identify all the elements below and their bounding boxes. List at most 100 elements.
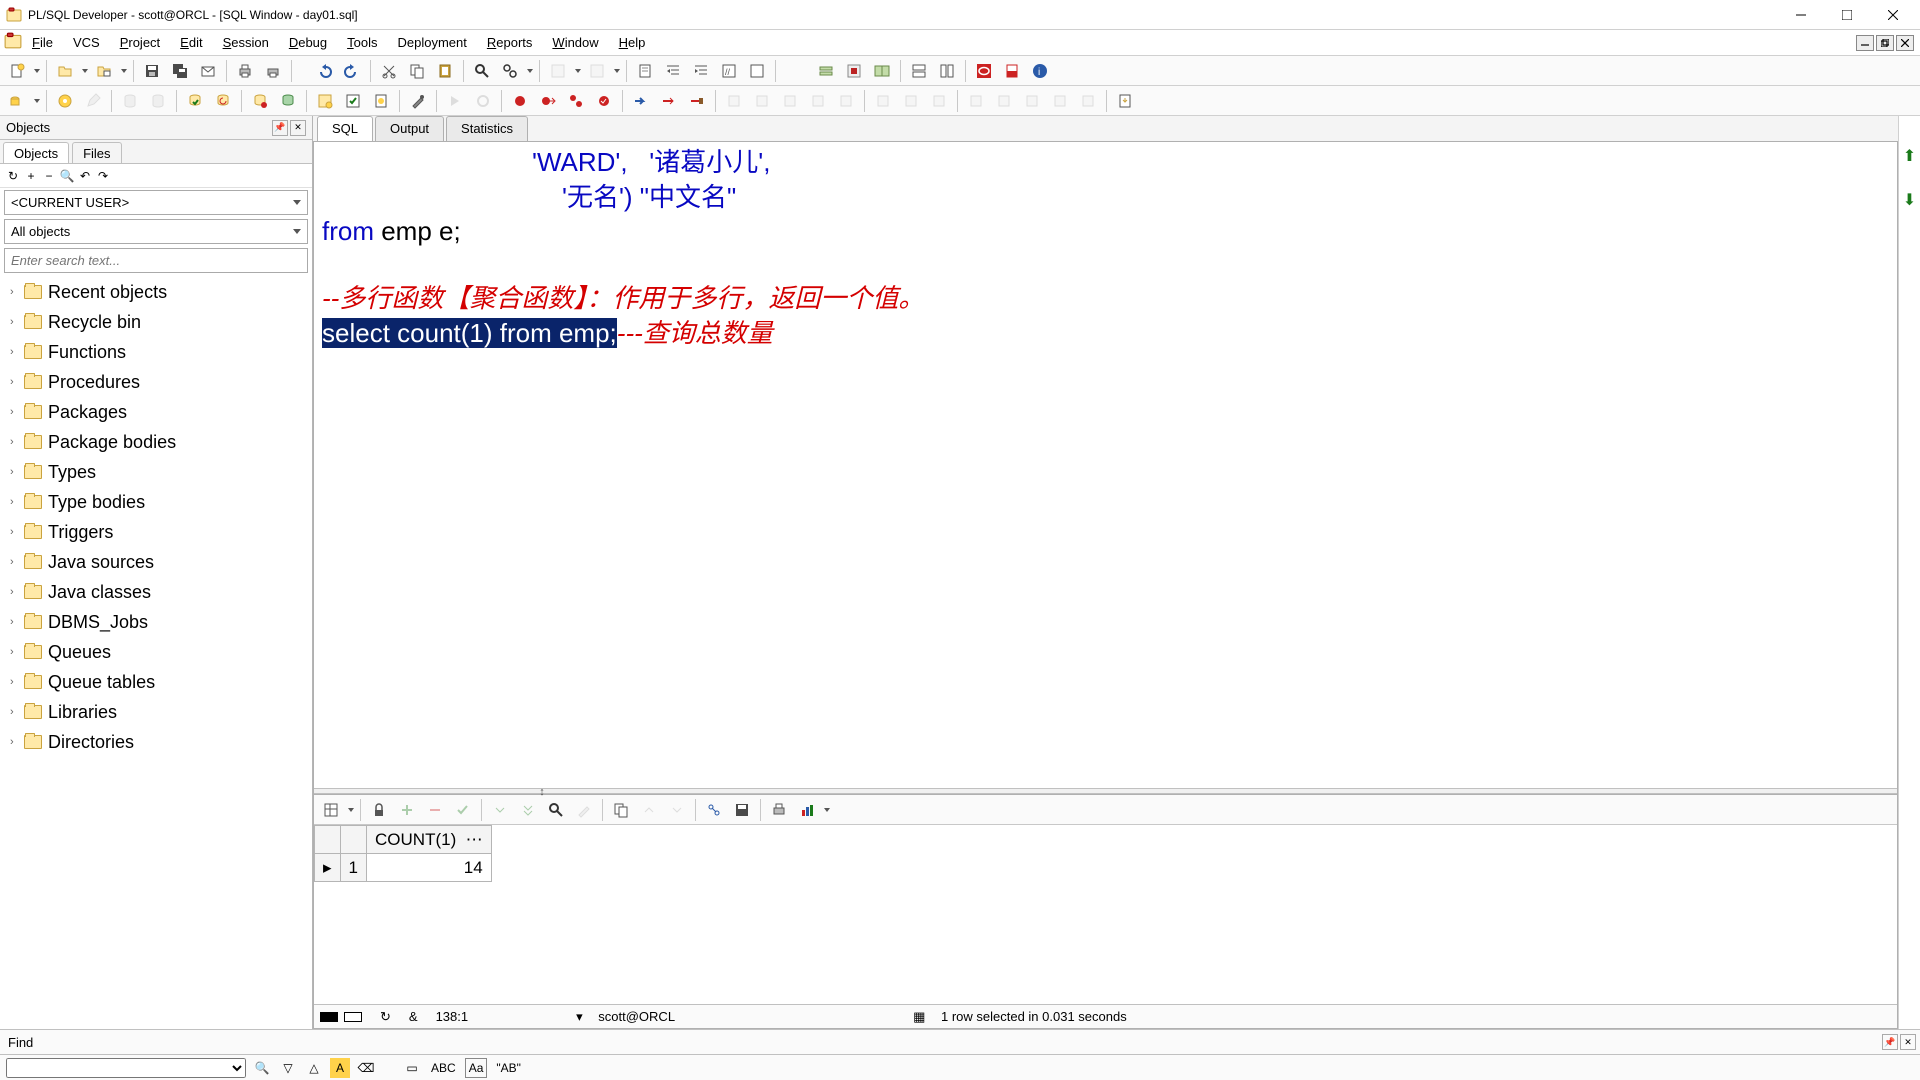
tool-b-button[interactable] (584, 58, 610, 84)
edit-cell-button[interactable] (571, 797, 597, 823)
find-highlight-icon[interactable]: A (330, 1058, 350, 1078)
test-window-button[interactable] (340, 88, 366, 114)
find-combo[interactable] (6, 1058, 246, 1078)
grid-dropdown[interactable] (346, 808, 355, 812)
nav-down-icon[interactable]: ⬇ (1903, 190, 1916, 210)
db2-button[interactable] (145, 88, 171, 114)
export-button[interactable] (1112, 88, 1138, 114)
window-minimize-button[interactable] (1778, 0, 1824, 30)
compose-button[interactable] (195, 58, 221, 84)
window-maximize-button[interactable] (1824, 0, 1870, 30)
grp3-button[interactable] (926, 88, 952, 114)
tab-statistics[interactable]: Statistics (446, 116, 528, 141)
menu-help[interactable]: Help (609, 33, 656, 52)
open-button[interactable] (52, 58, 78, 84)
commit-button[interactable] (182, 88, 208, 114)
panel-close-button[interactable]: ✕ (290, 120, 306, 136)
outdent-button[interactable] (688, 58, 714, 84)
breakpoint-list-button[interactable] (563, 88, 589, 114)
breakpoint-arrow-button[interactable] (535, 88, 561, 114)
sql-editor[interactable]: 'WARD', '诸葛小儿', '无名') "中文名" from emp e; … (314, 142, 1897, 788)
print-grid-button[interactable] (766, 797, 792, 823)
tab-output[interactable]: Output (375, 116, 444, 141)
step-over-button[interactable] (628, 88, 654, 114)
find-word-icon[interactable]: Aa (465, 1058, 488, 1078)
tool-b-dropdown[interactable] (612, 69, 621, 73)
cut-button[interactable] (376, 58, 402, 84)
preferences-button[interactable] (405, 88, 431, 114)
menu-tools[interactable]: Tools (337, 33, 387, 52)
logon-button[interactable] (4, 88, 30, 114)
pencil-button[interactable] (80, 88, 106, 114)
cell-value[interactable]: 14 (367, 854, 492, 882)
tool-a-dropdown[interactable] (573, 69, 582, 73)
open-dropdown[interactable] (80, 69, 89, 73)
table-row[interactable]: ▸ 1 14 (315, 854, 492, 882)
find-scope-icon[interactable]: ▭ (402, 1058, 422, 1078)
menu-file[interactable]: File (22, 33, 63, 52)
grp8-button[interactable] (1075, 88, 1101, 114)
toggle-breakpoint-button[interactable] (507, 88, 533, 114)
copy-button[interactable] (404, 58, 430, 84)
print-button[interactable] (232, 58, 258, 84)
break-button[interactable] (247, 88, 273, 114)
sessions-button[interactable] (869, 58, 895, 84)
stop-button[interactable] (841, 58, 867, 84)
explain-window-button[interactable] (312, 88, 338, 114)
dbg2-button[interactable] (749, 88, 775, 114)
find-close-button[interactable]: ✕ (1900, 1034, 1916, 1050)
find-regex-icon[interactable]: "AB" (493, 1058, 524, 1078)
refresh-status-icon[interactable]: ↻ (380, 1009, 391, 1025)
redo-button[interactable] (339, 58, 365, 84)
sort-asc-button[interactable] (636, 797, 662, 823)
lock-button[interactable] (366, 797, 392, 823)
chart-dropdown[interactable] (822, 808, 831, 812)
menu-vcs[interactable]: VCS (63, 33, 110, 52)
find-object-icon[interactable]: 🔍 (60, 169, 74, 183)
beautify-button[interactable] (632, 58, 658, 84)
sort-desc-button[interactable] (664, 797, 690, 823)
new-dropdown[interactable] (32, 69, 41, 73)
nav-up-icon[interactable]: ⬆ (1903, 146, 1916, 166)
grp4-button[interactable] (963, 88, 989, 114)
find-down-icon[interactable]: ▽ (278, 1058, 298, 1078)
chart-button[interactable] (794, 797, 820, 823)
result-grid[interactable]: COUNT(1) ⋯ ▸ 1 14 (314, 825, 492, 882)
debug-start-button[interactable] (442, 88, 468, 114)
tile-v-button[interactable] (934, 58, 960, 84)
refresh-icon[interactable]: ↻ (6, 169, 20, 183)
uncomment-button[interactable] (744, 58, 770, 84)
undo-button[interactable] (311, 58, 337, 84)
open-project-dropdown[interactable] (119, 69, 128, 73)
dbg5-button[interactable] (833, 88, 859, 114)
comment-button[interactable]: // (716, 58, 742, 84)
paste-button[interactable] (432, 58, 458, 84)
dbg3-button[interactable] (777, 88, 803, 114)
breakpoint-check-button[interactable] (591, 88, 617, 114)
find-replace-button[interactable] (497, 58, 523, 84)
find-dropdown[interactable] (525, 69, 534, 73)
grp5-button[interactable] (991, 88, 1017, 114)
logon-dropdown[interactable] (32, 99, 41, 103)
find-case-icon[interactable]: ABC (428, 1058, 459, 1078)
post-button[interactable] (450, 797, 476, 823)
subtab-objects[interactable]: Objects (3, 142, 69, 163)
new-button[interactable] (4, 58, 30, 84)
find-clear-icon[interactable]: ⌫ (356, 1058, 376, 1078)
tool-a-button[interactable] (545, 58, 571, 84)
fetch-all-button[interactable] (515, 797, 541, 823)
dbg4-button[interactable] (805, 88, 831, 114)
window-close-button[interactable] (1870, 0, 1916, 30)
grp6-button[interactable] (1019, 88, 1045, 114)
debug-pause-button[interactable] (470, 88, 496, 114)
link-button[interactable] (701, 797, 727, 823)
remove-icon[interactable]: − (42, 169, 56, 183)
db1-button[interactable] (117, 88, 143, 114)
subtab-files[interactable]: Files (72, 142, 121, 163)
mdi-restore-button[interactable] (1876, 35, 1894, 51)
find-up-icon[interactable]: △ (304, 1058, 324, 1078)
run-gear-button[interactable] (52, 88, 78, 114)
open-project-button[interactable] (91, 58, 117, 84)
copy-grid-button[interactable] (608, 797, 634, 823)
step-out-button[interactable] (684, 88, 710, 114)
